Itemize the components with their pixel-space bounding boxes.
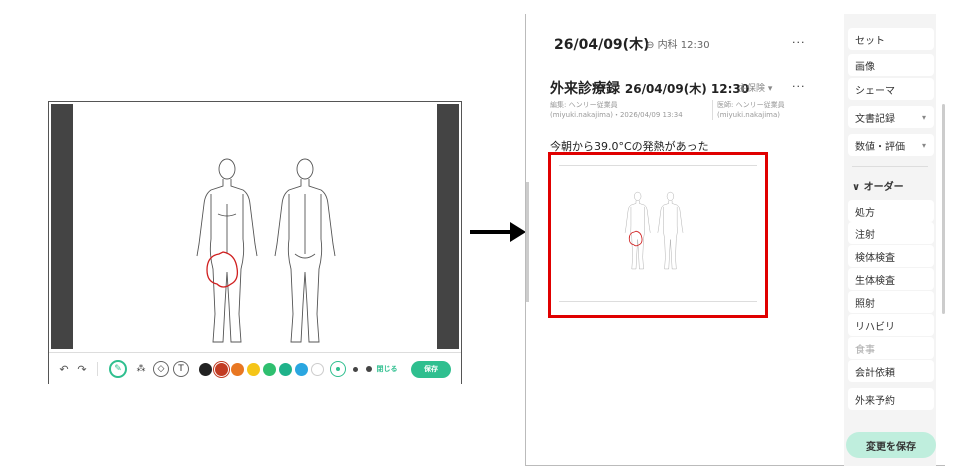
save-button-wrap: 保存 (409, 353, 453, 385)
color-swatch-teal[interactable] (277, 353, 293, 385)
menu-item-outpatient-reservation[interactable]: 外来予約 (848, 388, 934, 410)
arrow-shaft (470, 230, 512, 234)
chevron-down-icon: ▾ (921, 140, 926, 150)
menu-item-meal: 食事 (848, 337, 934, 359)
menu-item-values[interactable]: 数値・評価 ▾ (848, 134, 934, 156)
schema-editor: ↶ ↷ ✎ ⁂ ◇ T 閉じる 保存 (48, 101, 462, 384)
eraser-icon: ◇ (153, 361, 169, 377)
menu-item-physiological-test[interactable]: 生体検査 (848, 268, 934, 290)
header-more-button[interactable]: ··· (792, 36, 806, 49)
thumbnail-bottom-line (559, 301, 757, 302)
close-button[interactable]: 閉じる (375, 353, 399, 385)
link-icon: ⊖ (646, 40, 658, 51)
menu-item-set[interactable]: セット (848, 28, 934, 50)
record-datetime: 26/04/09(木) 12:30 (624, 82, 750, 96)
body-diagram-thumbnail-icon (624, 191, 684, 270)
menu-item-injection[interactable]: 注射 (848, 222, 934, 244)
color-swatch-black[interactable] (197, 353, 213, 385)
record-type-label: 外来診療録 (550, 81, 620, 97)
menu-item-specimen-test[interactable]: 検体検査 (848, 245, 934, 267)
menu-item-irradiation[interactable]: 照射 (848, 291, 934, 313)
menu-item-schema[interactable]: シェーマ (848, 78, 934, 100)
save-changes-button[interactable]: 変更を保存 (846, 432, 936, 458)
redo-icon: ↷ (77, 362, 87, 376)
redo-button[interactable]: ↷ (75, 353, 89, 385)
order-group-header[interactable]: ∨ オーダー (852, 178, 904, 193)
doctor-info: 医師: ヘンリー従業員 (miyuki.nakajima) (712, 100, 785, 120)
record-content: 26/04/09(木) ⊖ 内科 12:30 ··· 外来診療録 26/04/0… (526, 14, 836, 466)
color-swatch-green[interactable] (261, 353, 277, 385)
color-swatch-blue[interactable] (293, 353, 309, 385)
editor-toolbar: ↶ ↷ ✎ ⁂ ◇ T 閉じる 保存 (49, 352, 461, 384)
menu-item-prescription[interactable]: 処方 (848, 200, 934, 222)
text-icon: T (173, 361, 189, 377)
pen-tool-button[interactable]: ✎ (107, 353, 129, 385)
color-swatch-orange[interactable] (229, 353, 245, 385)
header-date: 26/04/09(木) (554, 37, 650, 53)
arrow-right-icon (510, 222, 526, 242)
medical-record-panel: 26/04/09(木) ⊖ 内科 12:30 ··· 外来診療録 26/04/0… (525, 14, 945, 466)
text-tool-button[interactable]: T (171, 353, 191, 385)
eraser-tool-button[interactable]: ◇ (151, 353, 171, 385)
menu-item-document[interactable]: 文書記録 ▾ (848, 106, 934, 128)
body-diagram-icon (196, 158, 336, 343)
menu-item-billing-request[interactable]: 会計依頼 (848, 360, 934, 382)
editor-right-margin (437, 104, 459, 349)
pattern-tool-button[interactable]: ⁂ (131, 353, 151, 385)
editor-info: 編集: ヘンリー従業員 (miyuki.nakajima)・2026/04/09… (550, 101, 683, 119)
drawing-canvas[interactable] (73, 104, 437, 349)
editor-left-margin (51, 104, 73, 349)
menu-item-rehabilitation[interactable]: リハビリ (848, 314, 934, 336)
side-menu: セット 画像 シェーマ 文書記録 ▾ 数値・評価 ▾ ∨ オーダー 処方 注射 検体… (844, 14, 936, 466)
insurance-dropdown[interactable]: 主保険 ▾ (738, 81, 772, 94)
save-button[interactable]: 保存 (411, 360, 451, 378)
color-swatch-yellow[interactable] (245, 353, 261, 385)
record-title: 外来診療録 26/04/09(木) 12:30 (550, 78, 749, 98)
toolbar-divider (97, 362, 98, 376)
schema-thumbnail[interactable] (548, 152, 768, 318)
menu-divider (852, 166, 928, 167)
record-more-button[interactable]: ··· (792, 80, 806, 93)
pattern-icon: ⁂ (136, 364, 146, 374)
header-dept-time: ⊖ 内科 12:30 (646, 40, 710, 51)
undo-button[interactable]: ↶ (57, 353, 71, 385)
stroke-size-large[interactable] (329, 353, 347, 385)
pen-icon: ✎ (109, 360, 127, 378)
color-swatch-white[interactable] (309, 353, 325, 385)
undo-icon: ↶ (59, 362, 69, 376)
menu-scrollbar[interactable] (942, 104, 945, 314)
chevron-down-icon: ▾ (921, 112, 926, 122)
color-swatch-red[interactable] (213, 353, 229, 385)
menu-item-image[interactable]: 画像 (848, 54, 934, 76)
